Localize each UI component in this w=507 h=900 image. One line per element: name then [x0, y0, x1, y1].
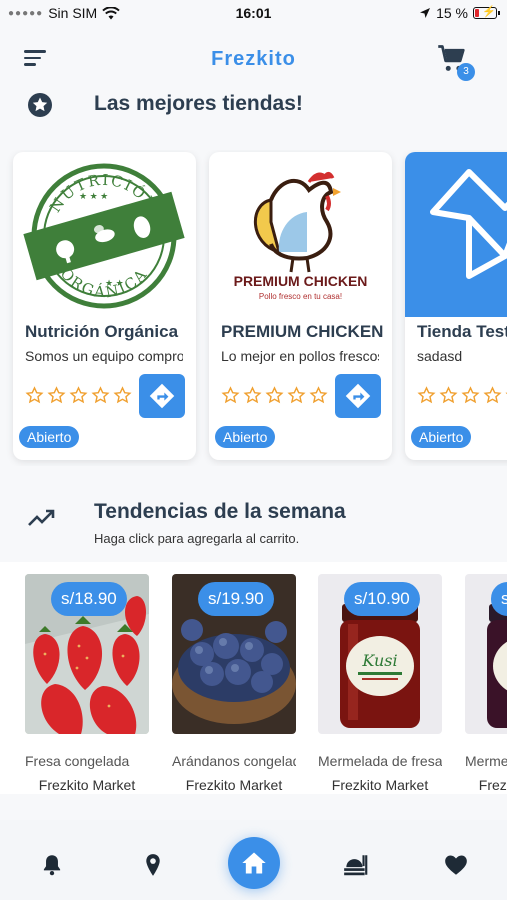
product-store: Frezkito Market	[331, 777, 429, 793]
home-button[interactable]	[228, 837, 280, 889]
home-icon	[242, 852, 266, 874]
trending-up-icon	[28, 509, 55, 526]
product-price-badge: s/19.90	[198, 582, 274, 616]
battery-icon: ⚡	[473, 6, 500, 19]
trending-carousel[interactable]: s/18.90 Fresa congelada Frezkito Market	[0, 562, 507, 794]
rating-stars[interactable]	[25, 386, 132, 405]
store-card[interactable]: NUTRICIÓN ORGÁNICA ★ ★ ★ ★ ★ Nutrición O…	[13, 152, 196, 460]
battery-percent: 15 %	[436, 5, 468, 21]
star-outline-icon[interactable]	[287, 386, 306, 405]
location-tab[interactable]	[140, 852, 166, 878]
star-outline-icon[interactable]	[25, 386, 44, 405]
product-store: Frezkito Market	[185, 777, 283, 793]
cart-count-badge: 3	[457, 63, 475, 81]
product-price-badge: s/18.90	[51, 582, 127, 616]
star-outline-icon[interactable]	[113, 386, 132, 405]
star-outline-icon[interactable]	[221, 386, 240, 405]
trending-section-title: Tendencias de la semana	[94, 500, 346, 523]
product-name: Arándanos congelados	[172, 753, 296, 769]
star-outline-icon[interactable]	[69, 386, 88, 405]
store-card[interactable]: Tienda Test sadasd Abierto	[405, 152, 507, 460]
map-pin-icon	[146, 854, 160, 876]
star-outline-icon[interactable]	[265, 386, 284, 405]
store-card[interactable]: PREMIUM CHICKEN Pollo fresco en tu casa!…	[209, 152, 392, 460]
product-price-badge: s/10.90	[344, 582, 420, 616]
directions-button[interactable]	[335, 374, 381, 418]
open-status-badge: Abierto	[411, 426, 472, 448]
svg-text:★ ★: ★ ★	[105, 278, 124, 288]
stores-section-title: Las mejores tiendas!	[94, 92, 303, 115]
store-name: Nutrición Orgánica	[25, 322, 179, 341]
app-bar: Frezkito 3	[0, 36, 507, 84]
open-status-badge: Abierto	[19, 426, 80, 448]
bottom-navigation	[0, 820, 507, 900]
product-store: Frezkito Market	[478, 777, 507, 793]
directions-icon	[149, 383, 175, 409]
store-logo: NUTRICIÓN ORGÁNICA ★ ★ ★ ★ ★	[13, 152, 196, 317]
star-badge-icon	[28, 93, 52, 117]
star-outline-icon[interactable]	[417, 386, 436, 405]
star-outline-icon[interactable]	[309, 386, 328, 405]
orders-tab[interactable]	[342, 852, 368, 878]
favorites-tab[interactable]	[443, 852, 469, 878]
store-logo	[405, 152, 507, 317]
star-outline-icon[interactable]	[461, 386, 480, 405]
store-name: Tienda Test	[417, 322, 507, 341]
store-description: sadasd	[417, 348, 463, 364]
trending-section-header: Tendencias de la semana Haga click para …	[0, 496, 507, 554]
cart-button[interactable]: 3	[437, 44, 475, 81]
directions-icon	[345, 383, 371, 409]
svg-text:★ ★ ★: ★ ★ ★	[79, 191, 108, 201]
app-title: Frezkito	[211, 48, 296, 70]
notifications-tab[interactable]	[39, 852, 65, 878]
store-logo: PREMIUM CHICKEN Pollo fresco en tu casa!	[209, 152, 392, 317]
status-bar: ●●●●● Sin SIM 16:01 15 % ⚡	[0, 0, 507, 26]
store-description: Somos un equipo comprometido	[25, 348, 183, 364]
trending-section-subtitle: Haga click para agregarla al carrito.	[94, 531, 300, 546]
rating-stars[interactable]	[221, 386, 328, 405]
svg-text:Kusi: Kusi	[361, 651, 397, 670]
stores-section-header: Las mejores tiendas!	[0, 88, 507, 122]
star-outline-icon[interactable]	[47, 386, 66, 405]
svg-text:Pollo fresco en tu casa!: Pollo fresco en tu casa!	[259, 292, 342, 301]
star-outline-icon[interactable]	[483, 386, 502, 405]
svg-text:PREMIUM CHICKEN: PREMIUM CHICKEN	[234, 273, 368, 289]
bell-icon	[43, 855, 61, 876]
rating-stars[interactable]	[417, 386, 507, 405]
product-name: Mermelada	[465, 753, 507, 769]
star-outline-icon[interactable]	[439, 386, 458, 405]
product-name: Fresa congelada	[25, 753, 130, 769]
star-outline-icon[interactable]	[91, 386, 110, 405]
stores-carousel[interactable]: NUTRICIÓN ORGÁNICA ★ ★ ★ ★ ★ Nutrición O…	[0, 150, 507, 466]
store-name: PREMIUM CHICKEN	[221, 322, 383, 341]
food-tray-icon	[344, 855, 368, 876]
store-description: Lo mejor en pollos frescos	[221, 348, 379, 364]
product-store: Frezkito Market	[38, 777, 136, 793]
star-outline-icon[interactable]	[243, 386, 262, 405]
location-arrow-icon	[420, 8, 431, 18]
open-status-badge: Abierto	[215, 426, 276, 448]
heart-icon	[445, 855, 467, 875]
product-name: Mermelada de fresa	[318, 753, 442, 769]
directions-button[interactable]	[139, 374, 185, 418]
